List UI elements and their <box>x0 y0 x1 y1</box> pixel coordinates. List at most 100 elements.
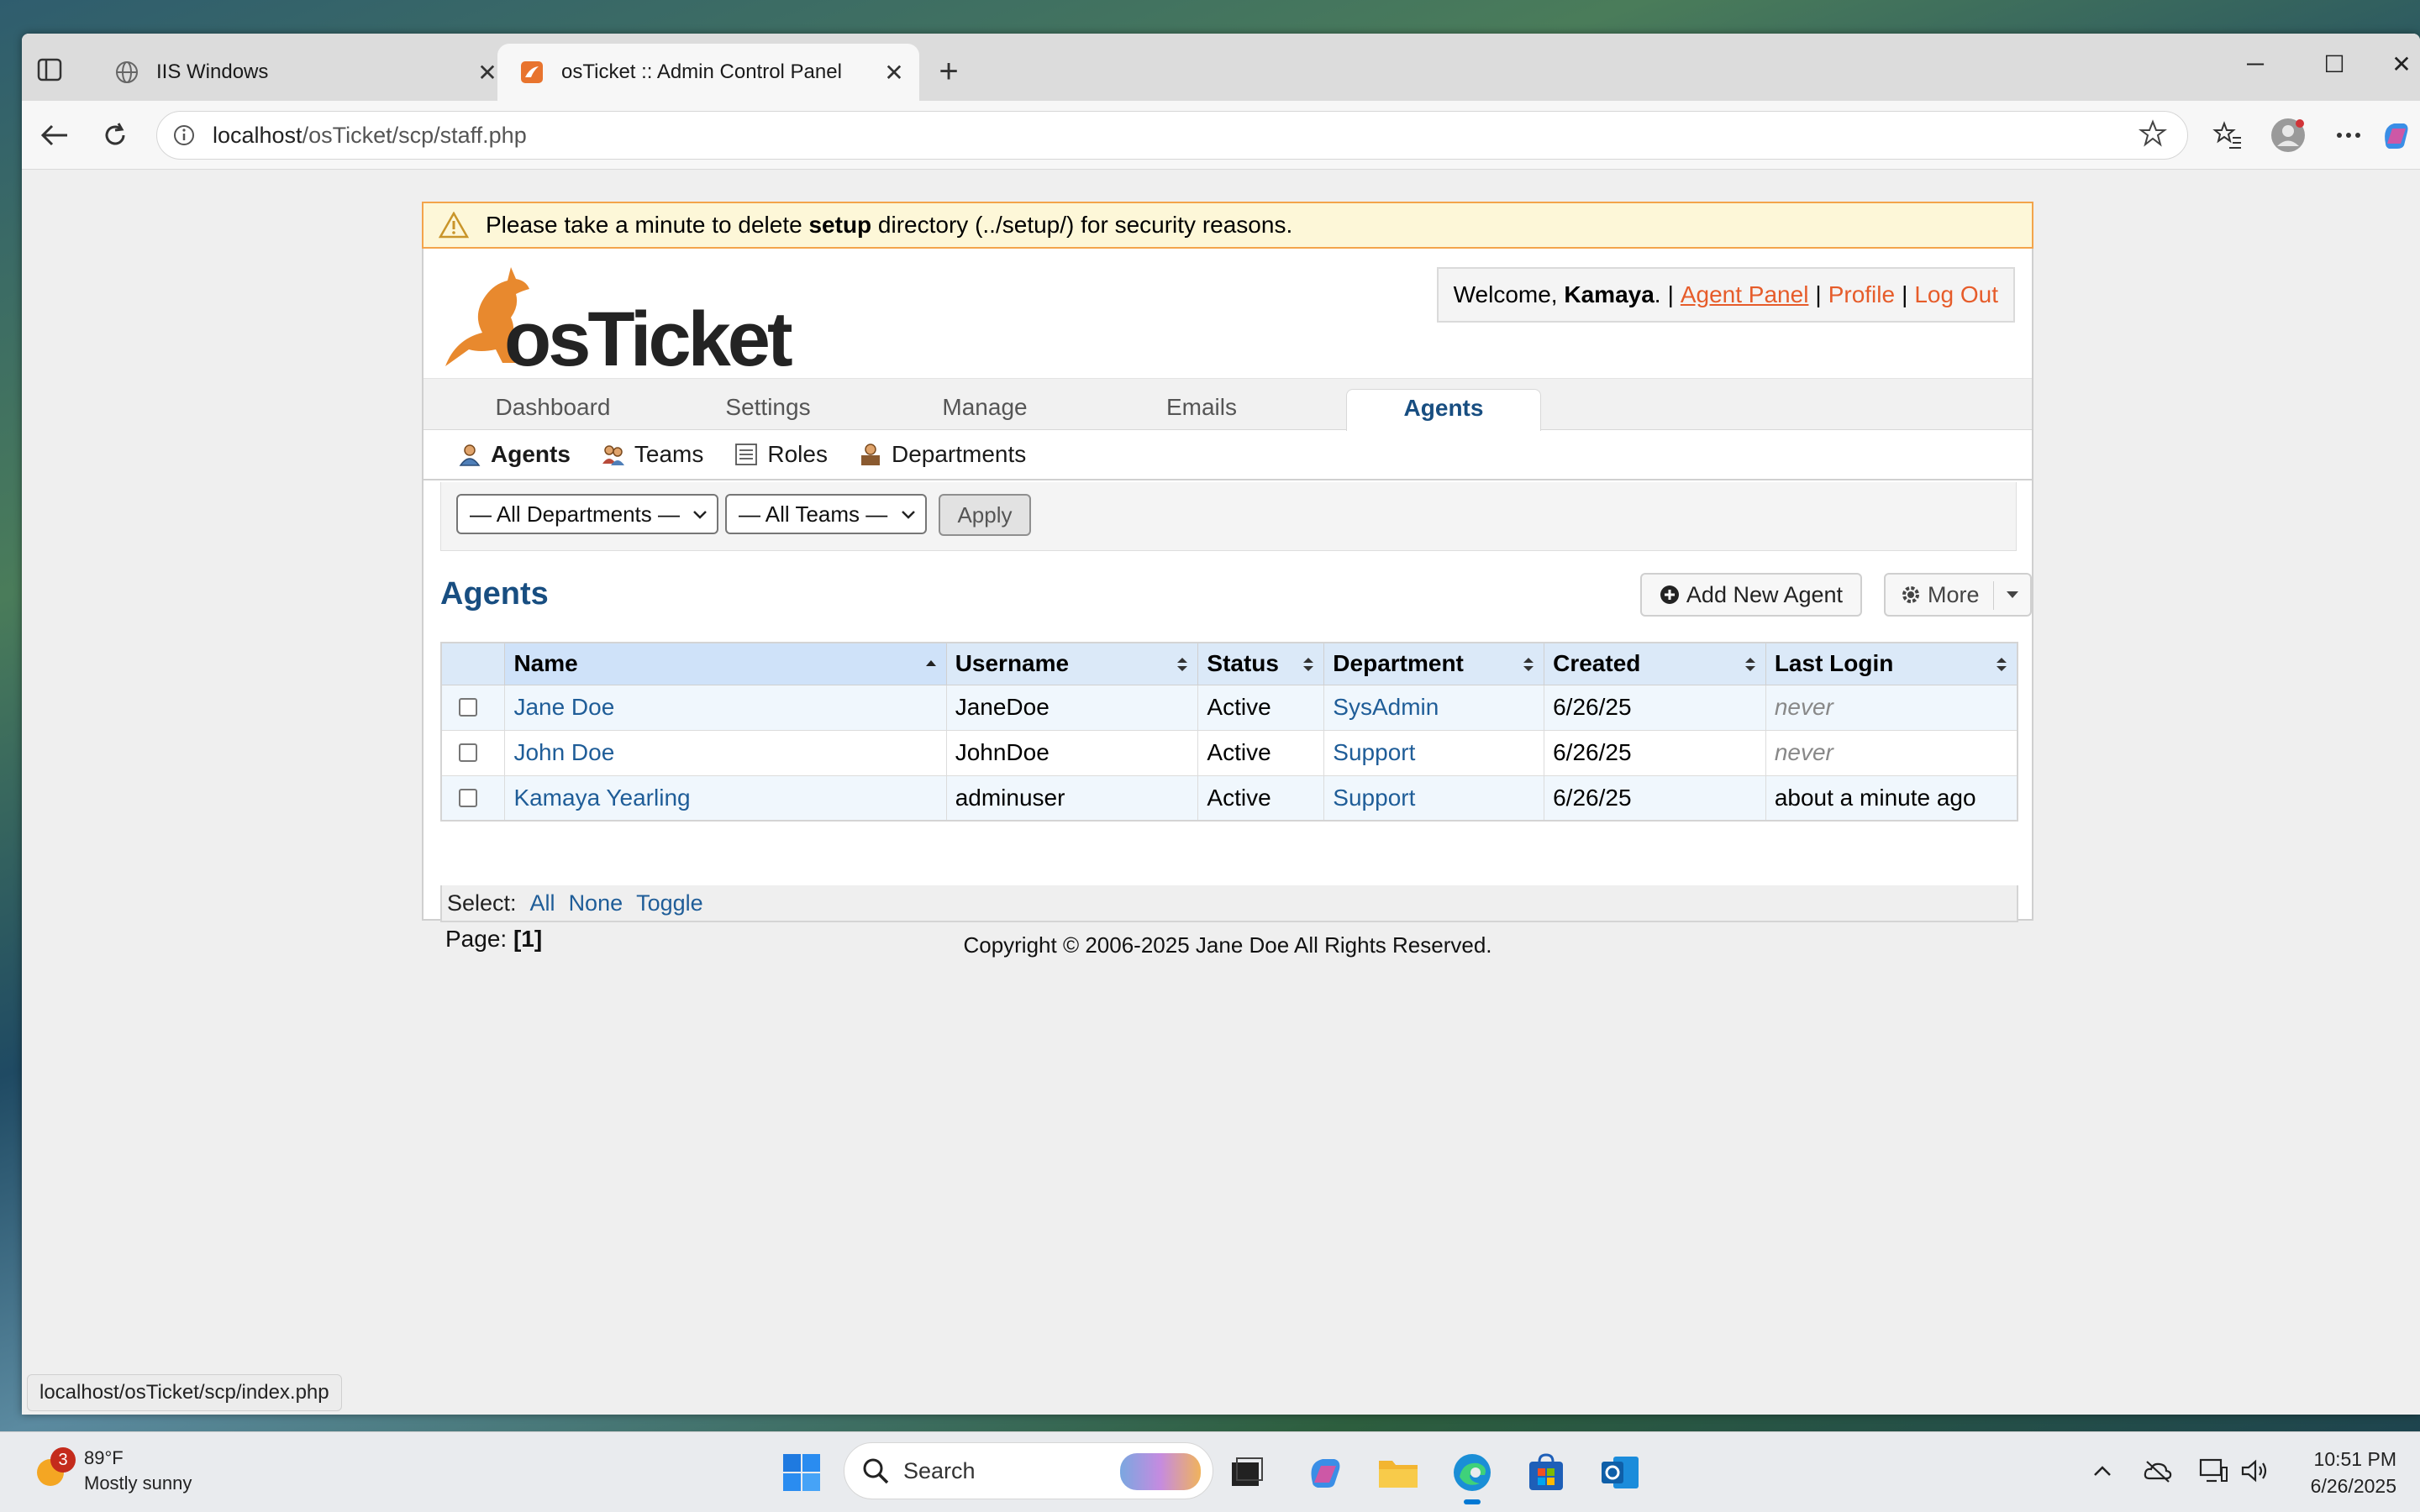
copilot-icon[interactable] <box>2376 116 2415 155</box>
warning-icon <box>439 212 469 239</box>
subnav-item-departments[interactable]: Departments <box>858 441 1026 468</box>
select-controls: Select: All None Toggle <box>440 885 2018 922</box>
search-placeholder: Search <box>903 1457 976 1483</box>
column-label: Status <box>1207 650 1279 677</box>
column-header-status[interactable]: Status <box>1197 642 1325 685</box>
weather-desc: Mostly sunny <box>84 1473 192 1494</box>
agent-name-link[interactable]: John Doe <box>513 739 614 765</box>
cell-created: 6/26/25 <box>1544 774 1766 822</box>
tab-emails[interactable]: Emails <box>1101 389 1302 431</box>
department-link[interactable]: SysAdmin <box>1333 694 1439 720</box>
task-view-icon[interactable] <box>1223 1449 1270 1496</box>
tab-agents[interactable]: Agents <box>1346 389 1541 431</box>
tab-manage[interactable]: Manage <box>884 389 1086 431</box>
taskbar: 3 89°F Mostly sunny Search 10:51 PM 6/26… <box>0 1431 2420 1512</box>
cell-name: John Doe <box>504 729 947 776</box>
separator: | <box>1815 281 1822 307</box>
welcome-greeting: Welcome, <box>1453 281 1558 307</box>
department-link[interactable]: Support <box>1333 739 1415 765</box>
new-tab-button[interactable]: + <box>928 52 970 94</box>
add-new-agent-button[interactable]: Add New Agent <box>1640 573 1862 617</box>
column-header-name[interactable]: Name <box>504 642 947 685</box>
search-highlight-icon <box>1120 1453 1201 1490</box>
tab-title: osTicket :: Admin Control Panel <box>561 60 842 83</box>
copilot-app-icon[interactable] <box>1301 1449 1348 1496</box>
warning-prefix: Please take a minute to delete <box>486 212 809 238</box>
cell-status: Active <box>1197 774 1325 822</box>
department-filter-value: — All Departments — <box>470 501 680 527</box>
agent-panel-link[interactable]: Agent Panel <box>1681 281 1809 308</box>
welcome-user: Kamaya <box>1564 281 1655 307</box>
tab-settings[interactable]: Settings <box>667 389 869 431</box>
close-window-button[interactable]: ✕ <box>2385 50 2418 84</box>
table-row: Kamaya Yearling adminuser Active Support… <box>440 774 2018 822</box>
team-filter-select[interactable]: — All Teams — <box>725 494 927 534</box>
onedrive-offline-icon[interactable] <box>2139 1452 2176 1489</box>
weather-widget[interactable]: 3 89°F Mostly sunny <box>32 1446 192 1496</box>
row-checkbox[interactable] <box>459 788 477 807</box>
windows-start-icon[interactable] <box>778 1449 825 1496</box>
volume-icon[interactable] <box>2237 1452 2274 1489</box>
taskbar-search[interactable]: Search <box>844 1442 1213 1499</box>
edge-browser-icon[interactable] <box>1449 1449 1496 1504</box>
agents-table: Name Username Status Department Created … <box>440 642 2018 822</box>
sort-asc-icon <box>925 660 936 666</box>
tab-iis-windows[interactable]: IIS Windows ✕ <box>92 44 513 101</box>
more-options-icon[interactable] <box>2329 116 2368 155</box>
department-link[interactable]: Support <box>1333 785 1415 811</box>
select-all-link[interactable]: All <box>530 890 555 916</box>
address-bar[interactable]: localhost/osTicket/scp/staff.php <box>156 111 2188 160</box>
column-header-username[interactable]: Username <box>945 642 1199 685</box>
department-filter-select[interactable]: — All Departments — <box>456 494 718 534</box>
close-tab-icon[interactable]: ✕ <box>877 59 911 87</box>
more-actions-button[interactable]: More <box>1884 573 2032 617</box>
favorite-star-icon[interactable] <box>2132 118 2174 152</box>
profile-link[interactable]: Profile <box>1828 281 1895 308</box>
column-header-last-login[interactable]: Last Login <box>1765 642 2018 685</box>
outlook-icon[interactable] <box>1597 1449 1644 1496</box>
agent-name-link[interactable]: Jane Doe <box>513 694 614 720</box>
row-checkbox[interactable] <box>459 698 477 717</box>
cell-username: JaneDoe <box>945 684 1199 731</box>
button-divider <box>1993 581 1994 610</box>
cell-status: Active <box>1197 729 1325 776</box>
column-header-department[interactable]: Department <box>1323 642 1545 685</box>
add-new-agent-label: Add New Agent <box>1686 581 1844 607</box>
team-filter-value: — All Teams — <box>739 501 888 527</box>
apply-filter-button[interactable]: Apply <box>939 494 1031 536</box>
subnav-item-teams[interactable]: Teams <box>601 441 703 468</box>
logout-link[interactable]: Log Out <box>1914 281 1998 308</box>
minimize-button[interactable]: ─ <box>2230 50 2281 84</box>
sort-icon <box>1303 658 1314 671</box>
tab-dashboard[interactable]: Dashboard <box>452 389 654 431</box>
teams-icon <box>602 445 624 465</box>
agent-name-link[interactable]: Kamaya Yearling <box>513 785 690 811</box>
osticket-logo[interactable]: osTicket <box>439 255 793 382</box>
select-toggle-link[interactable]: Toggle <box>636 890 703 916</box>
tab-osticket-admin[interactable]: osTicket :: Admin Control Panel ✕ <box>497 44 919 101</box>
subnav-item-roles[interactable]: Roles <box>734 441 828 468</box>
refresh-icon[interactable] <box>96 116 134 155</box>
cell-created: 6/26/25 <box>1544 684 1766 731</box>
plus-circle-icon <box>1660 585 1679 604</box>
tab-bar: IIS Windows ✕ osTicket :: Admin Control … <box>22 34 2420 101</box>
subnav-item-agents[interactable]: Agents <box>457 441 571 468</box>
cell-name: Kamaya Yearling <box>504 774 947 822</box>
row-checkbox[interactable] <box>459 743 477 762</box>
system-clock[interactable]: 10:51 PM 6/26/2025 <box>2311 1446 2396 1499</box>
cell-department: Support <box>1323 774 1545 822</box>
network-icon[interactable] <box>2195 1452 2232 1489</box>
caret-down-icon[interactable] <box>2003 585 2022 603</box>
maximize-button[interactable]: ☐ <box>2309 50 2360 84</box>
favorites-icon[interactable] <box>2208 116 2247 155</box>
microsoft-store-icon[interactable] <box>1523 1449 1570 1496</box>
select-none-link[interactable]: None <box>569 890 623 916</box>
profile-avatar-icon[interactable] <box>2269 116 2307 155</box>
show-hidden-icons-chevron-icon[interactable] <box>2084 1452 2121 1489</box>
column-header-created[interactable]: Created <box>1544 642 1766 685</box>
site-info-icon[interactable] <box>171 122 197 149</box>
separator: | <box>1667 281 1674 307</box>
tab-actions-icon[interactable] <box>34 54 66 86</box>
file-explorer-icon[interactable] <box>1375 1449 1422 1496</box>
back-arrow-icon[interactable] <box>35 116 74 155</box>
